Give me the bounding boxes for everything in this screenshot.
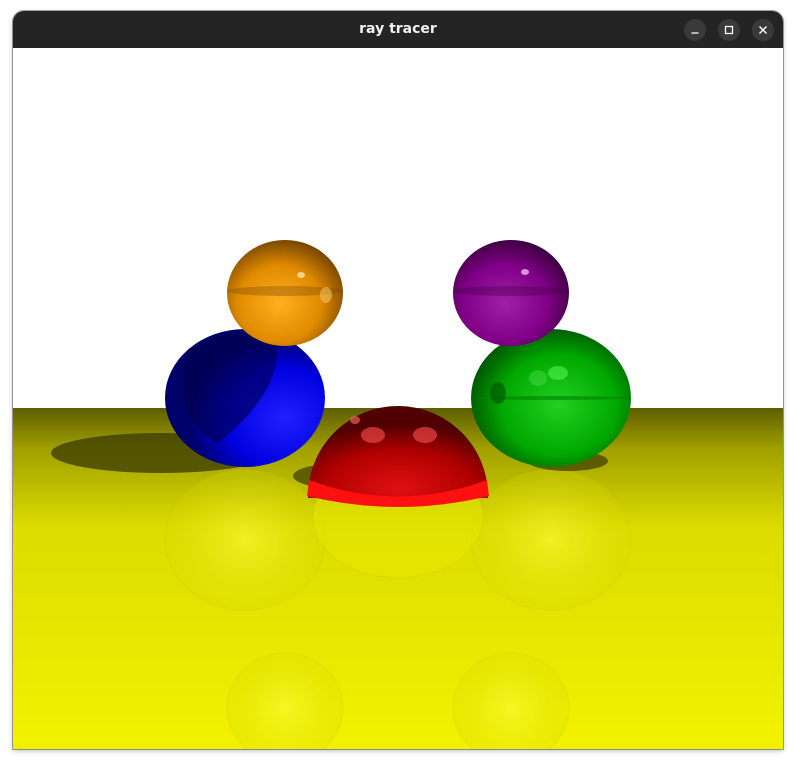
maximize-button[interactable] [718,19,740,41]
render-canvas[interactable] [13,48,783,749]
close-button[interactable] [752,19,774,41]
orange-sphere [227,240,343,346]
blue-sphere [165,329,325,467]
minimize-button[interactable] [684,19,706,41]
maximize-icon [724,25,734,35]
purple-sphere [453,240,569,346]
title-bar[interactable]: ray tracer [13,11,783,48]
minimize-icon [691,32,699,34]
background [13,48,783,408]
window-title: ray tracer [359,21,437,37]
app-window: ray tracer [13,11,783,749]
green-sphere [471,329,631,467]
close-icon [759,26,767,34]
